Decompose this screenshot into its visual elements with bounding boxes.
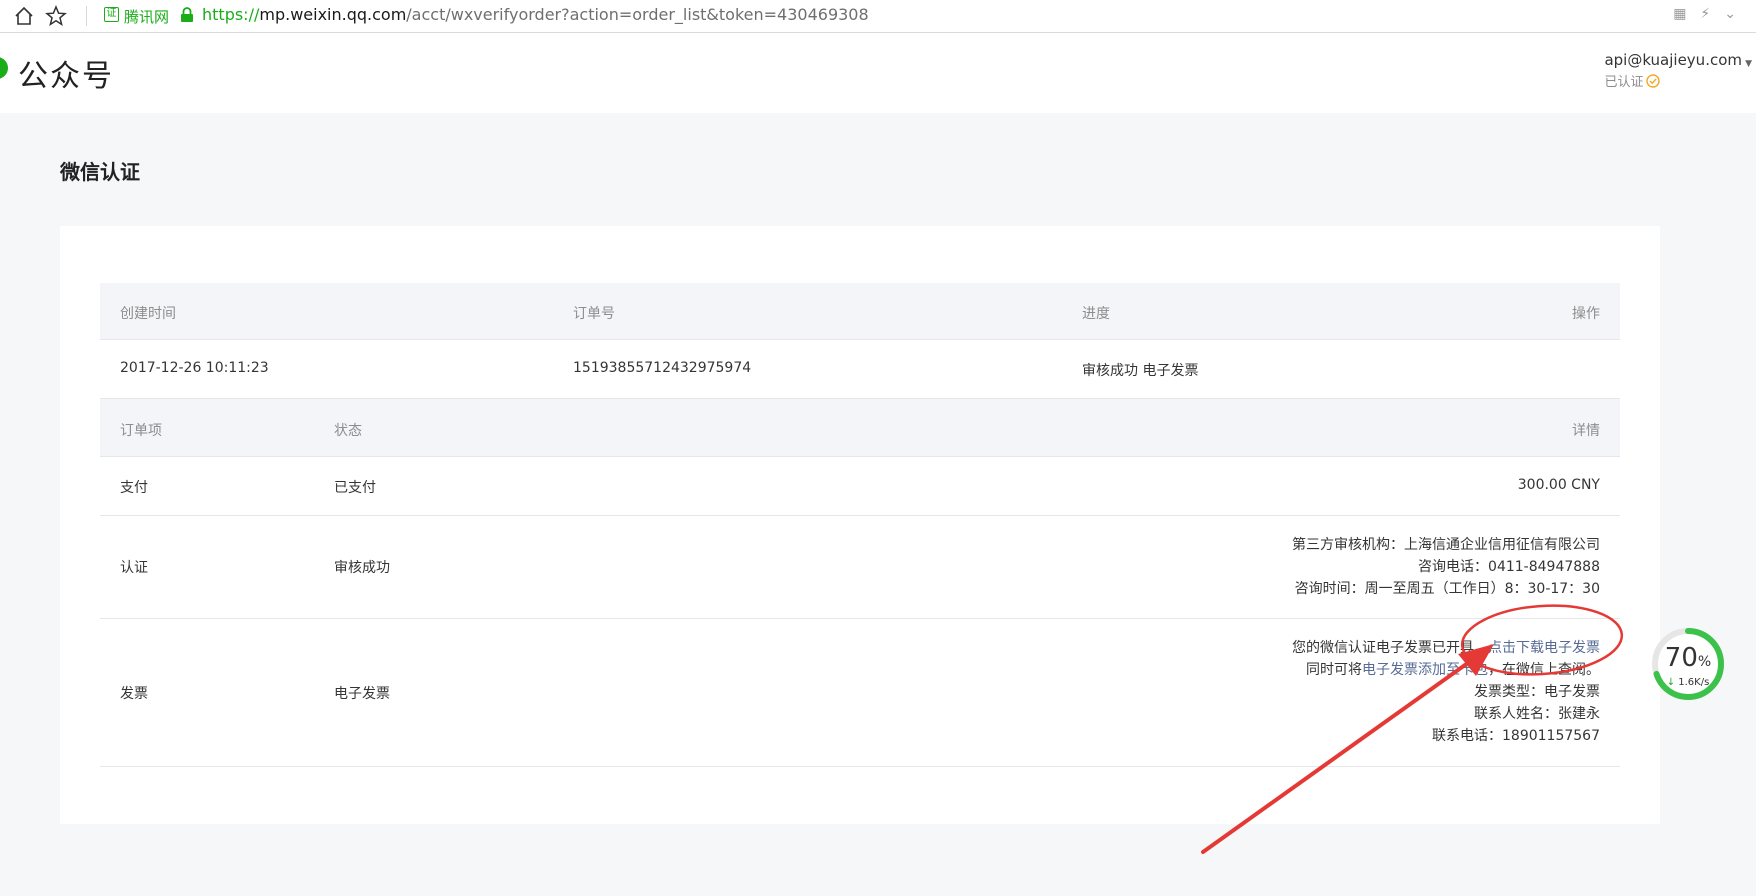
download-arrow-icon: ↓ (1666, 677, 1676, 688)
download-invoice-link[interactable]: 点击下载电子发票 (1488, 640, 1600, 656)
chevron-down-icon[interactable]: ⌄ (1724, 6, 1736, 22)
item-name: 发票 (120, 686, 148, 702)
verification-hours: 咨询时间：周一至周五（工作日）8：30-17：30 (1294, 581, 1600, 597)
col-created-time: 创建时间 (120, 306, 176, 322)
order-number: 15193855712432975974 (573, 360, 752, 376)
verification-detail: 第三方审核机构：上海信通企业信用征信有限公司 咨询电话：0411-8494788… (1292, 534, 1600, 600)
browser-address-bar: 证 腾讯网 https://mp.weixin.qq.com/acct/wxve… (0, 0, 1756, 33)
home-icon[interactable] (12, 4, 36, 28)
order-row: 2017-12-26 10:11:23 15193855712432975974… (100, 340, 1620, 399)
certificate-icon[interactable]: 证 (104, 7, 119, 22)
invoice-contact-name: 联系人姓名：张建永 (1474, 706, 1600, 722)
page-title: 微信认证 (60, 160, 140, 184)
item-detail-amount: 300.00 CNY (1517, 477, 1600, 493)
logo-icon (0, 57, 8, 79)
certificate-label[interactable]: 腾讯网 (124, 6, 169, 27)
invoice-wallet-suffix: ，在微信上查阅。 (1488, 662, 1600, 678)
url-host: mp.weixin.qq.com (259, 5, 407, 24)
mp-header: 公众号 api@kuajieyu.com 已认证 ▼ (0, 33, 1756, 113)
lock-icon[interactable] (180, 7, 194, 23)
account-email[interactable]: api@kuajieyu.com (1604, 51, 1742, 69)
col-action: 操作 (1572, 306, 1600, 322)
add-to-wallet-link[interactable]: 电子发票添加至卡包 (1362, 662, 1488, 678)
invoice-contact-phone: 联系电话：18901157567 (1432, 728, 1600, 744)
verification-agency: 第三方审核机构：上海信通企业信用征信有限公司 (1292, 537, 1600, 553)
item-name: 认证 (120, 560, 148, 576)
speed-percent-value: 70 (1664, 643, 1698, 673)
col-detail: 详情 (1572, 423, 1600, 439)
account-status-label: 已认证 (1604, 75, 1644, 90)
order-table-header: 创建时间 订单号 进度 操作 (100, 283, 1620, 340)
verification-phone: 咨询电话：0411-84947888 (1418, 559, 1600, 575)
caret-down-icon[interactable]: ▼ (1745, 59, 1752, 69)
order-created-time: 2017-12-26 10:11:23 (120, 360, 269, 376)
item-status: 已支付 (334, 480, 376, 496)
url-field[interactable]: https://mp.weixin.qq.com/acct/wxverifyor… (202, 5, 869, 24)
browser-toolbar-right: ▦ ⚡ ⌄ (1673, 6, 1736, 22)
lightning-icon[interactable]: ⚡ (1700, 6, 1710, 22)
invoice-notice-text: 您的微信认证电子发票已开具， (1292, 640, 1488, 656)
speed-percent-unit: % (1697, 654, 1712, 670)
speed-widget[interactable]: 70% ↓ 1.6K/s (1650, 626, 1726, 702)
url-scheme: https:// (202, 5, 260, 24)
verified-icon (1646, 73, 1661, 88)
bookmark-star-icon[interactable] (44, 4, 68, 28)
order-progress: 审核成功 电子发票 (1082, 363, 1199, 379)
account-status: 已认证 (1604, 71, 1742, 90)
invoice-type: 发票类型：电子发票 (1474, 684, 1600, 700)
speed-rate-value: 1.6K/s (1678, 677, 1710, 688)
item-row-invoice: 发票 电子发票 您的微信认证电子发票已开具，点击下载电子发票 同时可将电子发票添… (100, 619, 1620, 767)
item-status: 审核成功 (334, 560, 390, 576)
items-table-header: 订单项 状态 详情 (100, 399, 1620, 457)
item-name: 支付 (120, 480, 148, 496)
col-order-item: 订单项 (120, 423, 162, 439)
order-card: 创建时间 订单号 进度 操作 2017-12-26 10:11:23 15193… (60, 226, 1660, 824)
speed-rate: ↓ 1.6K/s (1650, 677, 1726, 688)
address-divider (86, 6, 87, 26)
col-status: 状态 (334, 423, 362, 439)
item-status: 电子发票 (334, 686, 390, 702)
invoice-notice-line: 您的微信认证电子发票已开具，点击下载电子发票 (1292, 637, 1600, 659)
invoice-wallet-line: 同时可将电子发票添加至卡包，在微信上查阅。 (1292, 659, 1600, 681)
col-progress: 进度 (1082, 306, 1110, 322)
invoice-detail: 您的微信认证电子发票已开具，点击下载电子发票 同时可将电子发票添加至卡包，在微信… (1292, 637, 1600, 747)
item-row-payment: 支付 已支付 300.00 CNY (100, 457, 1620, 516)
qrcode-icon[interactable]: ▦ (1673, 6, 1686, 22)
brand-title[interactable]: 公众号 (18, 51, 114, 95)
url-path: /acct/wxverifyorder?action=order_list&to… (406, 5, 869, 24)
col-order-number: 订单号 (573, 306, 615, 322)
order-table: 创建时间 订单号 进度 操作 2017-12-26 10:11:23 15193… (100, 283, 1620, 767)
account-menu[interactable]: api@kuajieyu.com 已认证 ▼ (1604, 51, 1752, 90)
invoice-wallet-prefix: 同时可将 (1306, 662, 1362, 678)
item-row-verification: 认证 审核成功 第三方审核机构：上海信通企业信用征信有限公司 咨询电话：0411… (100, 516, 1620, 619)
speed-percent: 70% (1650, 643, 1726, 673)
